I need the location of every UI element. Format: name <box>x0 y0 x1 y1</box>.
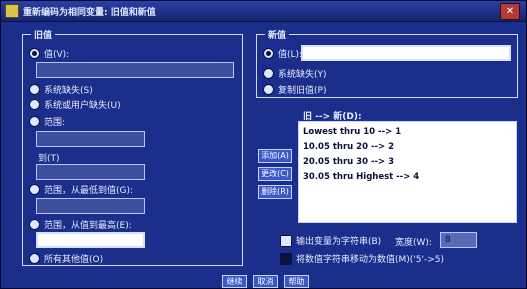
new-value-input[interactable] <box>301 45 511 61</box>
lowest-through-input[interactable] <box>36 198 145 214</box>
system-user-missing-label: 系统或用户缺失(U) <box>44 101 121 111</box>
checkbox-indicator <box>280 252 292 265</box>
old-value-label: 值(V): <box>44 50 70 60</box>
width-input[interactable]: 8 <box>440 232 477 248</box>
list-item[interactable]: Lowest thru 10 --> 1 <box>303 125 512 140</box>
new-value-label: 值(L): <box>278 50 303 60</box>
old-new-list[interactable]: Lowest thru 10 --> 1 10.05 thru 20 --> 2… <box>298 121 517 223</box>
through-highest-radio[interactable]: 范围，从值到最高(E): <box>29 218 132 231</box>
range-to-label: 到(T) <box>38 154 60 164</box>
window-title: 重新编码为相同变量: 旧值和新值 <box>23 8 156 18</box>
close-button[interactable]: ✕ <box>500 3 520 20</box>
change-button[interactable]: 更改(C) <box>258 167 292 181</box>
radio-indicator <box>263 68 274 79</box>
radio-indicator <box>263 48 274 59</box>
through-highest-input[interactable] <box>36 232 145 248</box>
width-label: 宽度(W): <box>395 238 432 248</box>
cancel-button[interactable]: 取消 <box>253 275 278 288</box>
list-item[interactable]: 30.05 thru Highest --> 4 <box>303 170 512 185</box>
help-button[interactable]: 帮助 <box>284 275 309 288</box>
convert-numeric-label: 将数值字符串移动为数值(M)('5'->5) <box>296 255 444 265</box>
all-other-values-radio[interactable]: 所有其他值(O) <box>29 252 103 265</box>
app-icon <box>5 4 19 18</box>
new-system-missing-radio[interactable]: 系统缺失(Y) <box>263 67 327 80</box>
add-button[interactable]: 添加(A) <box>258 149 292 163</box>
radio-indicator <box>29 84 40 95</box>
system-missing-radio[interactable]: 系统缺失(S) <box>29 83 93 96</box>
all-other-values-label: 所有其他值(O) <box>44 255 104 265</box>
old-value-input[interactable] <box>36 62 234 78</box>
output-string-label: 输出变量为字符串(B) <box>296 237 382 247</box>
radio-indicator <box>29 99 40 110</box>
checkbox-indicator <box>280 234 292 247</box>
convert-numeric-checkbox[interactable]: 将数值字符串移动为数值(M)('5'->5) <box>280 252 444 265</box>
recode-dialog: 重新编码为相同变量: 旧值和新值 ✕ 旧值 值(V): 系统缺失(S) 系统或用… <box>0 0 527 289</box>
through-highest-label: 范围，从值到最高(E): <box>44 221 132 231</box>
range-radio[interactable]: 范围: <box>29 115 65 128</box>
copy-old-value-radio[interactable]: 复制旧值(P) <box>263 83 326 96</box>
new-value-title: 新值 <box>265 28 290 41</box>
radio-indicator <box>29 184 40 195</box>
continue-button[interactable]: 继续 <box>222 275 247 288</box>
title-bar: 重新编码为相同变量: 旧值和新值 ✕ <box>1 1 526 22</box>
radio-indicator <box>29 219 40 230</box>
old-value-title: 旧值 <box>31 28 56 41</box>
old-value-radio[interactable]: 值(V): <box>29 47 69 60</box>
lowest-through-label: 范围，从最低到值(G): <box>44 186 134 196</box>
radio-indicator <box>29 116 40 127</box>
output-string-checkbox[interactable]: 输出变量为字符串(B) <box>280 234 381 247</box>
remove-button[interactable]: 删除(R) <box>258 185 292 199</box>
system-user-missing-radio[interactable]: 系统或用户缺失(U) <box>29 98 121 111</box>
copy-old-value-label: 复制旧值(P) <box>278 86 327 96</box>
new-value-radio[interactable]: 值(L): <box>263 47 302 60</box>
system-missing-label: 系统缺失(S) <box>44 86 93 96</box>
new-system-missing-label: 系统缺失(Y) <box>278 70 327 80</box>
range-to-input[interactable] <box>36 164 145 180</box>
list-item[interactable]: 20.05 thru 30 --> 3 <box>303 155 512 170</box>
old-value-group: 旧值 值(V): 系统缺失(S) 系统或用户缺失(U) 范围: 到(T) 范围，… <box>22 28 243 266</box>
radio-indicator <box>263 84 274 95</box>
new-value-group: 新值 值(L): 系统缺失(Y) 复制旧值(P) <box>256 28 518 98</box>
radio-indicator <box>29 48 40 59</box>
list-item[interactable]: 10.05 thru 20 --> 2 <box>303 140 512 155</box>
lowest-through-radio[interactable]: 范围，从最低到值(G): <box>29 183 133 196</box>
range-label: 范围: <box>44 118 66 128</box>
range-from-input[interactable] <box>36 131 145 147</box>
width-value: 8 <box>445 235 451 245</box>
radio-indicator <box>29 253 40 264</box>
